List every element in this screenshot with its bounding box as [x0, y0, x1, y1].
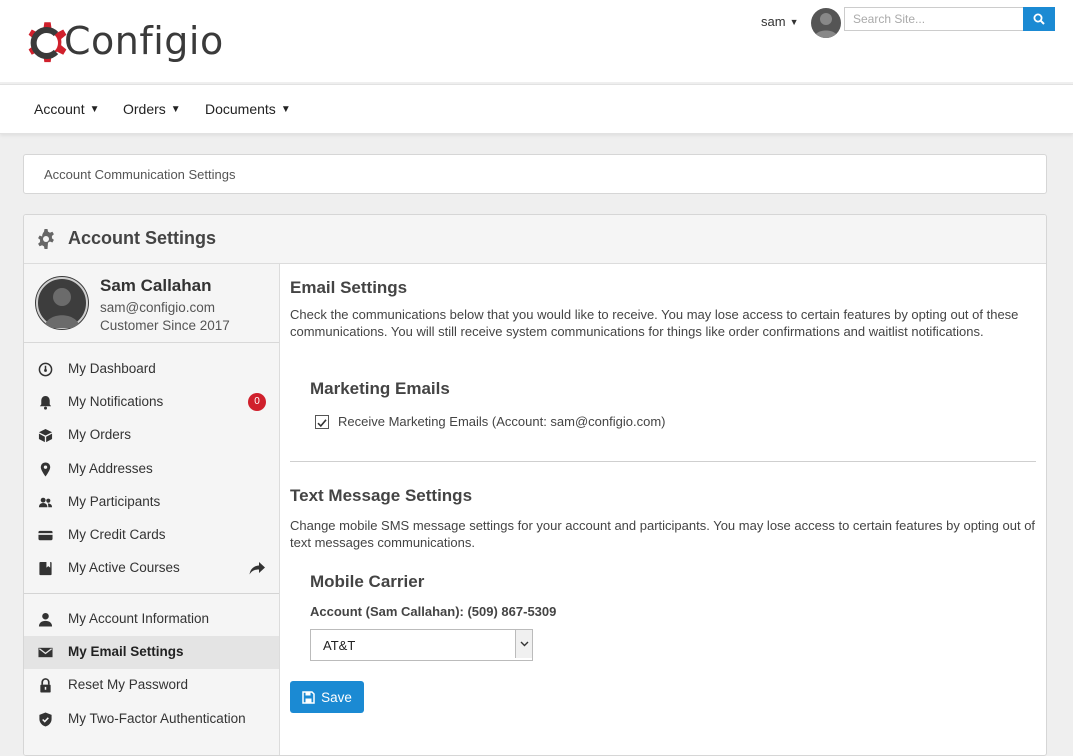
- notification-count-badge: 0: [248, 393, 266, 411]
- sidebar-item-label: My Addresses: [68, 461, 153, 476]
- sidebar-item-addresses[interactable]: My Addresses: [24, 453, 279, 486]
- search-button[interactable]: [1023, 7, 1055, 31]
- breadcrumb: Account Communication Settings: [23, 154, 1047, 194]
- user-silhouette-icon: [36, 277, 88, 329]
- sidebar-item-label: My Two-Factor Authentication: [68, 711, 246, 726]
- mobile-carrier-selected-value: AT&T: [323, 638, 356, 653]
- users-icon: [38, 497, 53, 508]
- sidebar-item-two-factor[interactable]: My Two-Factor Authentication: [24, 703, 279, 736]
- checkmark-icon: [317, 419, 327, 428]
- shield-icon: [39, 712, 52, 727]
- text-message-settings-description: Change mobile SMS message settings for y…: [290, 518, 1036, 550]
- lock-icon: [40, 678, 51, 693]
- nav-documents[interactable]: Documents ▼: [205, 101, 291, 117]
- mobile-carrier-select[interactable]: AT&T: [310, 629, 533, 661]
- account-settings-panel: Account Settings Sam Callahan sam@config…: [23, 214, 1047, 756]
- sidebar-item-label: My Active Courses: [68, 560, 180, 575]
- envelope-icon: [38, 647, 53, 658]
- sidebar-item-label: My Participants: [68, 494, 161, 509]
- box-icon: [38, 428, 53, 443]
- profile-card: Sam Callahan sam@configio.com Customer S…: [24, 264, 279, 343]
- profile-name: Sam Callahan: [100, 276, 212, 295]
- sidebar-item-active-courses[interactable]: My Active Courses: [24, 552, 279, 585]
- user-icon: [38, 612, 53, 627]
- sidebar-item-label: My Notifications: [68, 394, 164, 409]
- main-nav: Account ▼ Orders ▼ Documents ▼: [0, 84, 1073, 134]
- account-sidebar: Sam Callahan sam@configio.com Customer S…: [24, 264, 280, 755]
- search-input[interactable]: [844, 7, 1023, 31]
- sidebar-divider: [24, 593, 279, 594]
- floppy-disk-icon: [302, 690, 315, 704]
- text-message-settings-heading: Text Message Settings: [290, 486, 473, 505]
- caret-down-icon: ▼: [280, 103, 291, 115]
- marketing-emails-checkbox-label[interactable]: Receive Marketing Emails (Account: sam@c…: [338, 414, 665, 429]
- email-settings-description: Check the communications below that you …: [290, 307, 1019, 339]
- avatar: [35, 276, 89, 330]
- carrier-account-label: Account (Sam Callahan): (509) 867-5309: [310, 604, 557, 619]
- profile-since: Customer Since 2017: [100, 318, 230, 333]
- breadcrumb-text: Account Communication Settings: [44, 167, 236, 182]
- brand-name: Configio: [64, 19, 224, 63]
- sidebar-item-label: My Dashboard: [68, 361, 156, 376]
- sidebar-item-dashboard[interactable]: My Dashboard: [24, 353, 279, 386]
- logo-gear-icon: [28, 22, 67, 63]
- sidebar-item-label: My Account Information: [68, 611, 210, 626]
- caret-down-icon: ▼: [170, 103, 181, 115]
- sidebar-item-orders[interactable]: My Orders: [24, 419, 279, 452]
- sidebar-item-participants[interactable]: My Participants: [24, 486, 279, 519]
- section-divider: [290, 461, 1036, 462]
- mobile-carrier-heading: Mobile Carrier: [310, 572, 425, 591]
- nav-orders[interactable]: Orders ▼: [123, 101, 181, 117]
- sidebar-item-email-settings[interactable]: My Email Settings: [24, 636, 279, 669]
- username: sam: [761, 14, 786, 29]
- sidebar-item-label: My Email Settings: [68, 644, 184, 659]
- search-icon: [1033, 13, 1045, 25]
- caret-down-icon: ▼: [789, 16, 799, 27]
- share-arrow-icon[interactable]: [249, 562, 265, 575]
- sidebar-item-reset-password[interactable]: Reset My Password: [24, 669, 279, 702]
- sidebar-item-label: My Orders: [68, 427, 132, 442]
- gear-icon: [38, 229, 54, 249]
- nav-documents-label: Documents: [205, 101, 276, 117]
- site-header: Configio sam ▼: [0, 0, 1073, 82]
- brand-logo[interactable]: Configio: [22, 14, 224, 68]
- marketing-emails-checkbox[interactable]: [315, 415, 329, 429]
- email-settings-heading: Email Settings: [290, 278, 408, 297]
- sidebar-item-notifications[interactable]: My Notifications 0: [24, 386, 279, 419]
- header-avatar[interactable]: [811, 8, 841, 38]
- marketing-emails-heading: Marketing Emails: [310, 379, 450, 398]
- panel-header: Account Settings: [24, 215, 1046, 264]
- map-pin-icon: [40, 462, 51, 477]
- bell-icon: [39, 395, 52, 410]
- sidebar-item-label: Reset My Password: [68, 677, 189, 692]
- sidebar-item-label: My Credit Cards: [68, 527, 166, 542]
- nav-account[interactable]: Account ▼: [34, 101, 100, 117]
- sidebar-item-credit-cards[interactable]: My Credit Cards: [24, 519, 279, 552]
- nav-account-label: Account: [34, 101, 85, 117]
- caret-down-icon: ▼: [89, 103, 100, 115]
- user-menu-toggle[interactable]: sam ▼: [761, 14, 798, 29]
- site-search: [844, 7, 1055, 31]
- sidebar-item-account-information[interactable]: My Account Information: [24, 603, 279, 636]
- book-icon: [39, 561, 52, 576]
- save-button-label: Save: [321, 689, 352, 705]
- profile-email: sam@configio.com: [100, 300, 215, 315]
- save-button[interactable]: Save: [290, 681, 364, 713]
- chevron-down-icon[interactable]: [515, 630, 532, 658]
- panel-title: Account Settings: [68, 228, 217, 248]
- credit-card-icon: [38, 530, 53, 541]
- nav-orders-label: Orders: [123, 101, 166, 117]
- user-silhouette-icon: [814, 13, 838, 38]
- dashboard-icon: [38, 362, 53, 377]
